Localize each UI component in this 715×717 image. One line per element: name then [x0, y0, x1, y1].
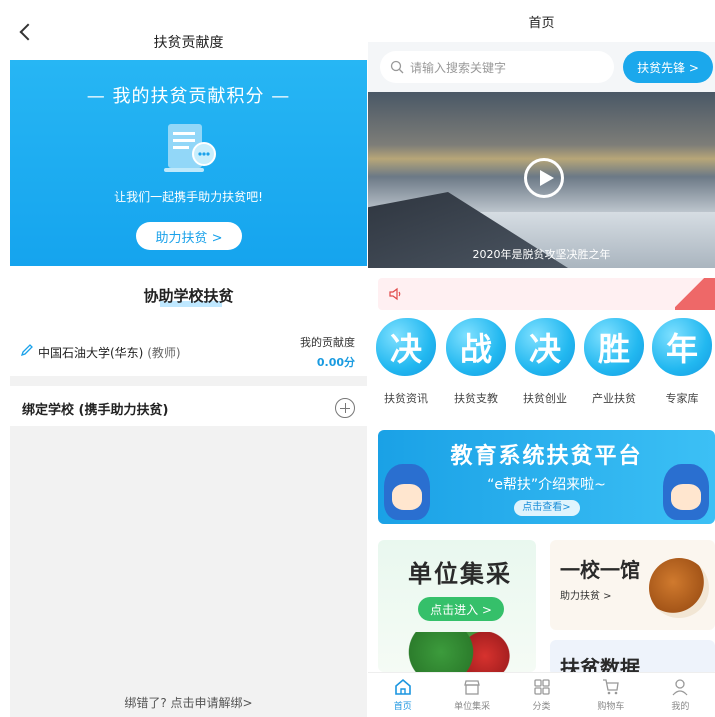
category-teaching[interactable]: 战 扶贫支教 [444, 318, 508, 406]
contribution-hero: — 我的扶贫贡献积分 — 让我们一起携手助力扶贫吧! 助力扶贫 > [10, 60, 367, 266]
notice-bar[interactable] [378, 278, 715, 310]
education-platform-banner[interactable]: 教育系统扶贫平台 “e帮扶”介绍来啦~ 点击查看> [378, 430, 715, 524]
search-icon [390, 60, 404, 74]
tab-label: 单位集采 [454, 702, 491, 712]
poverty-data-tile[interactable]: 扶贫数据 [550, 640, 715, 676]
category-poverty-news[interactable]: 决 扶贫资讯 [374, 318, 438, 406]
divider [10, 376, 367, 386]
tab-label: 首页 [393, 702, 412, 712]
category-label: 扶贫支教 [454, 392, 498, 405]
contribution-label: 我的贡献度 [300, 336, 355, 349]
help-poverty-button[interactable]: 助力扶贫 > [136, 222, 242, 250]
speaker-icon [389, 287, 401, 301]
hero-title: — 我的扶贫贡献积分 — [86, 86, 291, 107]
search-bar-row: 请输入搜索关键字 扶贫先锋 > [368, 42, 715, 92]
enter-button[interactable]: 点击进入 > [418, 597, 504, 621]
school-name-line: 中国石油大学(华东) (教师) [38, 344, 181, 361]
category-row: 决 扶贫资讯 战 扶贫支教 决 扶贫创业 胜 产业扶贫 年 专家库 [368, 318, 715, 418]
video-banner[interactable]: 2020年是脱贫攻坚决胜之年 [368, 92, 715, 268]
category-experts[interactable]: 年 专家库 [650, 318, 714, 406]
play-icon[interactable] [524, 158, 564, 198]
category-industry[interactable]: 胜 产业扶贫 [582, 318, 646, 406]
tab-label: 我的 [671, 702, 690, 712]
flag-decoration [675, 278, 715, 310]
search-input[interactable]: 请输入搜索关键字 [380, 51, 614, 83]
cartoon-character [384, 464, 430, 520]
page-title: 扶贫贡献度 [153, 35, 224, 51]
category-icon: 决 [376, 318, 436, 376]
tab-cart[interactable]: 购物车 [576, 673, 645, 717]
category-icon: 决 [515, 318, 575, 376]
grid-icon [533, 679, 550, 695]
category-startup[interactable]: 决 扶贫创业 [513, 318, 577, 406]
hero-subtitle: 让我们一起携手助力扶贫吧! [114, 190, 263, 204]
category-label: 产业扶贫 [592, 392, 636, 405]
section-title-text: 协助学校扶贫 [143, 286, 234, 305]
category-icon: 战 [446, 318, 506, 376]
tab-mine[interactable]: 我的 [646, 673, 715, 717]
category-label: 扶贫创业 [523, 392, 567, 405]
top-nav: 扶贫贡献度 [10, 0, 367, 56]
vegetables-image [408, 632, 518, 672]
tab-unit-purchase[interactable]: 单位集采 [437, 673, 506, 717]
walnut-image [649, 558, 709, 618]
home-icon [394, 678, 411, 695]
category-icon: 年 [652, 318, 712, 376]
empty-list-area: 绑错了? 点击申请解绑> [10, 426, 367, 717]
bind-school-row[interactable]: 绑定学校 (携手助力扶贫) [10, 386, 367, 430]
video-caption: 2020年是脱贫攻坚决胜之年 [472, 248, 611, 261]
category-label: 专家库 [665, 392, 699, 405]
section-title: 协助学校扶贫 [10, 266, 367, 324]
category-icon: 胜 [584, 318, 644, 376]
bind-school-label: 绑定学校 (携手助力扶贫) [22, 402, 169, 418]
home-screen: 首页 请输入搜索关键字 扶贫先锋 > 2020年是脱贫攻坚决胜之年 决 扶贫资讯… [368, 0, 715, 717]
cartoon-character [663, 464, 709, 520]
unit-tile-title: 单位集采 [408, 560, 512, 588]
category-label: 扶贫资讯 [384, 392, 428, 405]
pioneer-button[interactable]: 扶贫先锋 > [623, 51, 713, 83]
school-role: (教师) [147, 346, 181, 360]
search-placeholder: 请输入搜索关键字 [410, 60, 507, 75]
banner-title: 教育系统扶贫平台 [450, 444, 643, 469]
tab-label: 购物车 [597, 702, 625, 712]
banner-view-button[interactable]: 点击查看> [513, 500, 580, 516]
unit-purchase-tile[interactable]: 单位集采 点击进入 > [378, 540, 536, 672]
school-row[interactable]: 中国石油大学(华东) (教师) 我的贡献度 0.00分 [10, 324, 367, 376]
add-circle-icon[interactable] [335, 398, 355, 418]
contribution-value: 0.00分 [316, 356, 355, 369]
store-icon [464, 680, 480, 695]
contribution-screen: 扶贫贡献度 — 我的扶贫贡献积分 — 让我们一起携手助力扶贫吧! 助力扶贫 > … [10, 0, 367, 717]
cart-icon [602, 679, 619, 695]
school-name: 中国石油大学(华东) [38, 346, 144, 360]
home-title: 首页 [528, 16, 555, 31]
back-icon[interactable] [19, 23, 37, 41]
pencil-icon[interactable] [20, 343, 34, 357]
tab-category[interactable]: 分类 [507, 673, 576, 717]
bottom-tab-bar: 首页 单位集采 分类 购物车 我的 [368, 672, 715, 717]
tab-label: 分类 [532, 702, 551, 712]
user-icon [672, 679, 688, 696]
unbind-link[interactable]: 绑错了? 点击申请解绑> [10, 694, 367, 711]
tab-home[interactable]: 首页 [368, 673, 437, 717]
document-chat-icon [164, 124, 216, 172]
school-store-tile[interactable]: 一校一馆 助力扶贫 > [550, 540, 715, 630]
